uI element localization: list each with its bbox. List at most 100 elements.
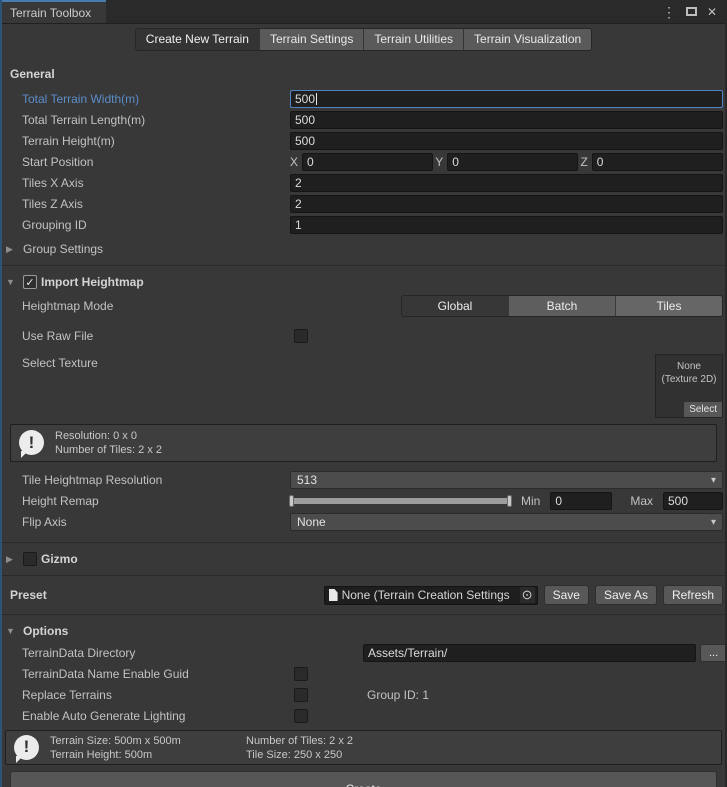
start-position-label: Start Position xyxy=(2,155,290,169)
tiles-z-axis-label: Tiles Z Axis xyxy=(2,197,290,211)
height-remap-slider[interactable] xyxy=(290,494,511,508)
group-id-text: Group ID: 1 xyxy=(308,688,429,702)
divider xyxy=(2,575,725,576)
grouping-id-row: Grouping ID 1 xyxy=(2,215,723,235)
gizmo-checkbox[interactable] xyxy=(23,552,37,566)
tab-terrain-visualization[interactable]: Terrain Visualization xyxy=(464,29,591,50)
titlebar: Terrain Toolbox ⋮ ✕ xyxy=(2,0,725,24)
terraindata-directory-field[interactable]: Assets/Terrain/ xyxy=(363,644,696,662)
tile-heightmap-resolution-row: Tile Heightmap Resolution 513 ▾ xyxy=(2,470,723,490)
info-icon: ! xyxy=(19,430,45,456)
dropdown-arrow-icon: ▾ xyxy=(711,517,716,528)
grouping-id-field[interactable]: 1 xyxy=(290,216,723,234)
total-terrain-length-label: Total Terrain Length(m) xyxy=(2,113,290,127)
file-icon xyxy=(329,589,338,601)
height-remap-max-field[interactable]: 500 xyxy=(663,492,723,510)
heightmap-mode-global[interactable]: Global xyxy=(402,296,509,316)
options-label: Options xyxy=(23,624,68,638)
tile-heightmap-resolution-dropdown[interactable]: 513 ▾ xyxy=(290,471,723,489)
heightmap-mode-group: Global Batch Tiles xyxy=(401,295,723,317)
total-terrain-width-value: 500 xyxy=(295,92,315,106)
close-icon[interactable]: ✕ xyxy=(707,5,717,19)
tiles-x-axis-field[interactable]: 2 xyxy=(290,174,723,192)
mode-toolbar: Create New Terrain Terrain Settings Terr… xyxy=(2,24,725,55)
tiles-x-axis-label: Tiles X Axis xyxy=(2,176,290,190)
chevron-down-icon[interactable]: ▼ xyxy=(6,277,19,287)
import-heightmap-checkbox[interactable]: ✓ xyxy=(23,275,37,289)
info-icon-tail xyxy=(16,756,23,763)
save-as-button[interactable]: Save As xyxy=(595,585,657,605)
height-remap-min-value: 0 xyxy=(555,494,562,508)
preset-object-field[interactable]: None (Terrain Creation Settings ⊙ xyxy=(324,586,538,605)
height-remap-min-field[interactable]: 0 xyxy=(550,492,612,510)
chevron-down-icon: ▼ xyxy=(6,626,19,636)
create-button[interactable]: Create xyxy=(10,771,717,787)
texture-select-button[interactable]: Select xyxy=(684,402,722,417)
tile-size-text: Tile Size: 250 x 250 xyxy=(246,748,353,762)
gizmo-label: Gizmo xyxy=(41,552,78,566)
total-terrain-length-field[interactable]: 500 xyxy=(290,111,723,129)
start-position-z-label: Z xyxy=(578,155,591,169)
texture-picker[interactable]: None (Texture 2D) Select xyxy=(655,354,723,418)
flip-axis-row: Flip Axis None ▾ xyxy=(2,512,723,532)
preset-object-value: None (Terrain Creation Settings xyxy=(342,588,510,602)
window-tab[interactable]: Terrain Toolbox xyxy=(2,0,106,23)
chevron-right-icon: ▶ xyxy=(6,244,19,255)
tiles-x-axis-value: 2 xyxy=(295,176,302,190)
enable-auto-generate-lighting-checkbox[interactable] xyxy=(294,709,308,723)
resolution-help-text: Resolution: 0 x 0 Number of Tiles: 2 x 2 xyxy=(55,429,162,457)
terraindata-directory-row: TerrainData Directory Assets/Terrain/ ..… xyxy=(2,643,723,663)
maximize-icon[interactable] xyxy=(686,7,697,16)
tile-heightmap-resolution-value: 513 xyxy=(297,473,317,487)
general-header: General xyxy=(2,67,725,81)
terrain-height-text: Terrain Height: 500m xyxy=(50,748,246,762)
info-icon-tail xyxy=(21,451,28,458)
height-remap-label: Height Remap xyxy=(2,494,290,508)
import-heightmap-label: Import Heightmap xyxy=(41,275,144,289)
group-settings-foldout-row[interactable]: ▶ Group Settings xyxy=(2,239,725,259)
texture-picker-value: None xyxy=(656,360,722,373)
terrain-height-field[interactable]: 500 xyxy=(290,132,723,150)
preset-label: Preset xyxy=(2,588,47,602)
divider xyxy=(2,265,725,266)
slider-track xyxy=(290,498,511,504)
heightmap-mode-row: Heightmap Mode Global Batch Tiles xyxy=(2,294,723,318)
start-position-z-value: 0 xyxy=(597,155,604,169)
window-menu-icon[interactable]: ⋮ xyxy=(662,5,676,19)
tiles-z-axis-row: Tiles Z Axis 2 xyxy=(2,194,723,214)
tile-heightmap-resolution-label: Tile Heightmap Resolution xyxy=(2,473,290,487)
slider-max-handle[interactable] xyxy=(507,495,512,507)
start-position-y-field[interactable]: 0 xyxy=(447,153,578,171)
heightmap-mode-batch[interactable]: Batch xyxy=(509,296,616,316)
chevron-right-icon: ▶ xyxy=(6,554,19,565)
gizmo-foldout-row[interactable]: ▶ Gizmo xyxy=(2,549,725,569)
grouping-id-value: 1 xyxy=(295,218,302,232)
tiles-z-axis-field[interactable]: 2 xyxy=(290,195,723,213)
browse-button[interactable]: ... xyxy=(700,644,727,662)
terraindata-name-enable-guid-checkbox[interactable] xyxy=(294,667,308,681)
use-raw-file-checkbox[interactable] xyxy=(294,329,308,343)
heightmap-mode-tiles[interactable]: Tiles xyxy=(616,296,722,316)
slider-min-handle[interactable] xyxy=(289,495,294,507)
tab-terrain-settings[interactable]: Terrain Settings xyxy=(260,29,364,50)
object-picker-icon[interactable]: ⊙ xyxy=(520,587,535,603)
start-position-row: Start Position X 0 Y 0 Z 0 xyxy=(2,152,723,172)
flip-axis-dropdown[interactable]: None ▾ xyxy=(290,513,723,531)
texture-picker-type: (Texture 2D) xyxy=(656,373,722,386)
total-terrain-width-field[interactable]: 500 xyxy=(290,90,723,108)
total-terrain-length-row: Total Terrain Length(m) 500 xyxy=(2,110,723,130)
replace-terrains-checkbox[interactable] xyxy=(294,688,308,702)
preset-controls: None (Terrain Creation Settings ⊙ Save S… xyxy=(324,585,723,605)
enable-auto-generate-lighting-row: Enable Auto Generate Lighting xyxy=(2,706,723,726)
start-position-x-field[interactable]: 0 xyxy=(302,153,433,171)
min-label: Min xyxy=(521,494,550,508)
resolution-help-box: ! Resolution: 0 x 0 Number of Tiles: 2 x… xyxy=(10,424,717,462)
options-header-row[interactable]: ▼ Options xyxy=(2,621,725,641)
terraindata-name-enable-guid-row: TerrainData Name Enable Guid xyxy=(2,664,723,684)
refresh-button[interactable]: Refresh xyxy=(663,585,723,605)
start-position-z-field[interactable]: 0 xyxy=(592,153,723,171)
tab-terrain-utilities[interactable]: Terrain Utilities xyxy=(364,29,464,50)
tab-create-new-terrain[interactable]: Create New Terrain xyxy=(136,29,260,50)
replace-terrains-label: Replace Terrains xyxy=(2,688,290,702)
save-button[interactable]: Save xyxy=(544,585,589,605)
